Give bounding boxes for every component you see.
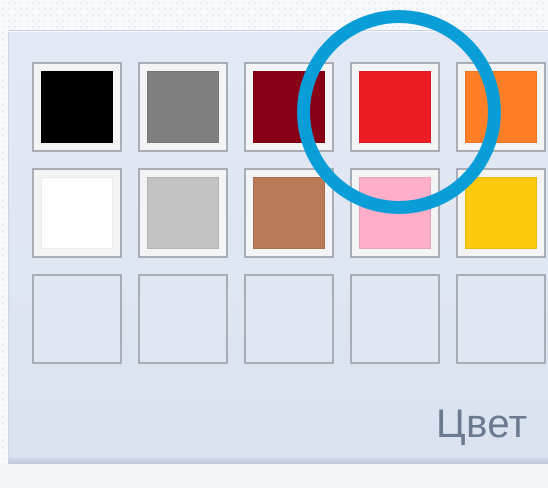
color-swatch-red[interactable]: [350, 62, 440, 152]
ribbon-bottom-area: [0, 464, 548, 488]
swatch-fill-black: [41, 71, 113, 143]
swatch-fill-dark-red: [253, 71, 325, 143]
color-swatch-gold[interactable]: [456, 168, 546, 258]
color-swatch-white[interactable]: [32, 168, 122, 258]
color-swatch-light-gray[interactable]: [138, 168, 228, 258]
color-swatch-custom-5[interactable]: [456, 274, 546, 364]
swatch-fill-red: [359, 71, 431, 143]
group-label-colors: Цвет: [436, 402, 528, 446]
swatch-fill-light-gray: [147, 177, 219, 249]
panel-highlight-line: [8, 31, 548, 32]
swatch-fill-brown: [253, 177, 325, 249]
color-swatch-brown[interactable]: [244, 168, 334, 258]
swatch-fill-gray: [147, 71, 219, 143]
color-swatch-gray[interactable]: [138, 62, 228, 152]
color-swatch-orange[interactable]: [456, 62, 546, 152]
color-swatch-custom-4[interactable]: [350, 274, 440, 364]
swatch-fill-orange: [465, 71, 537, 143]
color-swatch-black[interactable]: [32, 62, 122, 152]
color-swatch-rose[interactable]: [350, 168, 440, 258]
swatch-fill-white: [41, 177, 113, 249]
color-swatch-custom-3[interactable]: [244, 274, 334, 364]
color-swatch-dark-red[interactable]: [244, 62, 334, 152]
swatch-fill-rose: [359, 177, 431, 249]
color-swatch-custom-1[interactable]: [32, 274, 122, 364]
color-swatch-custom-2[interactable]: [138, 274, 228, 364]
swatch-fill-gold: [465, 177, 537, 249]
